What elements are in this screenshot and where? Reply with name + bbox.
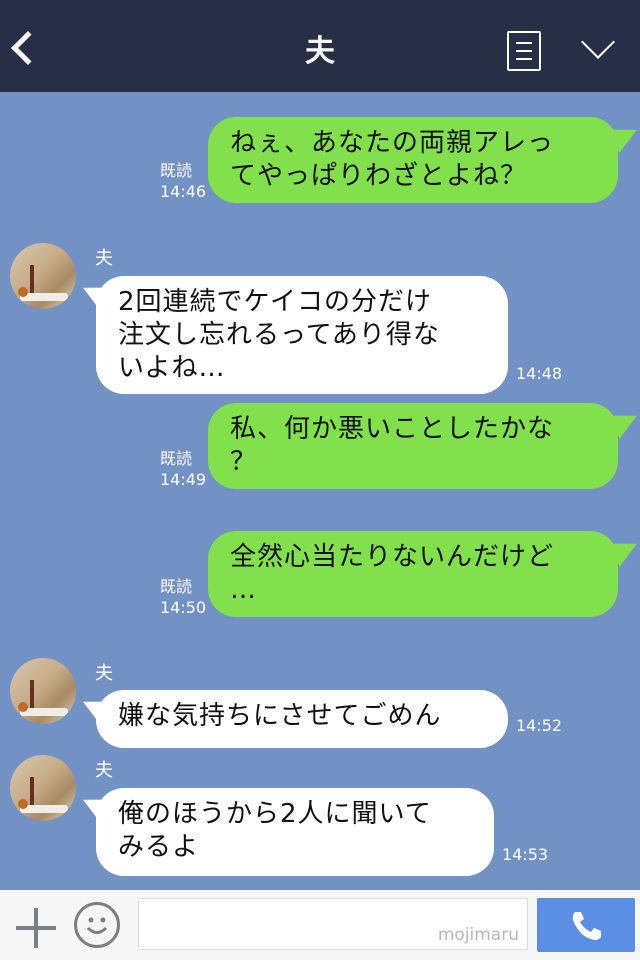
- sender-name: 夫: [95, 760, 113, 781]
- outgoing-message-bubble[interactable]: 全然心当たりないんだけど …: [208, 531, 618, 617]
- message-text: 嫌な気持ちにさせてごめん: [118, 701, 442, 731]
- phone-icon: [572, 912, 601, 940]
- read-receipt: 既読: [160, 161, 193, 180]
- message-meta: 既読 14:50: [160, 576, 206, 618]
- read-receipt: 既読: [160, 577, 193, 596]
- message-text: 2回連続でケイコの分だけ 注文し忘れるってあり得な いよね…: [118, 287, 440, 383]
- emoji-icon[interactable]: [74, 902, 120, 948]
- menu-icon[interactable]: [507, 31, 541, 71]
- message-text: 私、何か悪いことしたかな ？: [230, 414, 555, 477]
- incoming-message-bubble[interactable]: 嫌な気持ちにさせてごめん: [96, 690, 508, 748]
- read-receipt: 既読: [160, 449, 193, 468]
- outgoing-message-bubble[interactable]: ねぇ、あなたの両親アレっ てやっぱりわざとよね？: [208, 117, 618, 203]
- call-button[interactable]: [537, 898, 635, 952]
- message-text: ねぇ、あなたの両親アレっ てやっぱりわざとよね？: [230, 128, 555, 191]
- sender-name: 夫: [95, 248, 113, 269]
- message-time: 14:46: [160, 182, 207, 201]
- avatar[interactable]: [10, 243, 76, 309]
- message-meta: 既読 14:49: [160, 448, 206, 490]
- message-input[interactable]: mojimaru: [138, 898, 528, 950]
- plus-icon[interactable]: [16, 908, 56, 948]
- message-time: 14:50: [160, 598, 207, 617]
- incoming-message-bubble[interactable]: 俺のほうから2人に聞いて みるよ: [96, 788, 494, 876]
- chat-header: 夫: [0, 0, 640, 92]
- avatar[interactable]: [10, 658, 76, 724]
- message-time: 14:52: [516, 716, 563, 735]
- message-time: 14:48: [516, 364, 563, 383]
- outgoing-message-bubble[interactable]: 私、何か悪いことしたかな ？: [208, 403, 618, 489]
- message-meta: 既読 14:46: [160, 160, 206, 202]
- chat-title: 夫: [305, 34, 335, 69]
- sender-name: 夫: [95, 663, 113, 684]
- message-text: 俺のほうから2人に聞いて みるよ: [118, 799, 432, 862]
- watermark: mojimaru: [437, 925, 519, 945]
- avatar[interactable]: [10, 755, 76, 821]
- message-time: 14:49: [160, 470, 207, 489]
- incoming-message-bubble[interactable]: 2回連続でケイコの分だけ 注文し忘れるってあり得な いよね…: [96, 276, 508, 394]
- message-text: 全然心当たりないんだけど …: [230, 542, 555, 605]
- message-time: 14:53: [502, 845, 549, 864]
